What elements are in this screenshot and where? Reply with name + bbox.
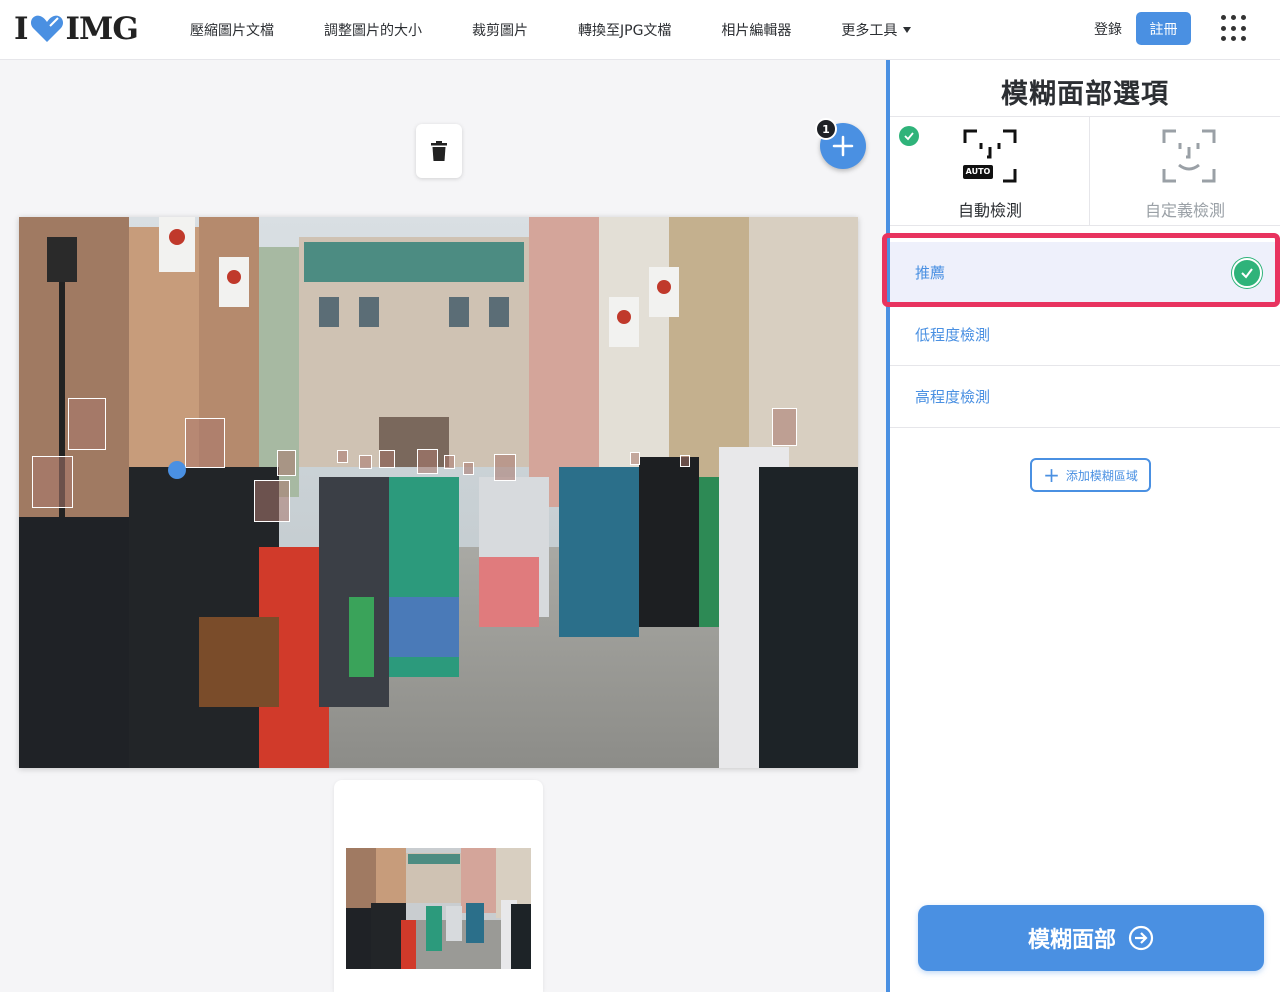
signup-button[interactable]: 註冊 <box>1136 12 1191 45</box>
apps-grid-icon[interactable] <box>1221 15 1249 43</box>
face-blur-box[interactable] <box>772 408 797 446</box>
mode-label: 自定義檢測 <box>1144 201 1225 220</box>
uploaded-photo[interactable] <box>19 217 858 768</box>
face-blur-box[interactable] <box>630 452 640 465</box>
face-blur-box[interactable] <box>32 456 73 508</box>
arrow-right-circle-icon <box>1128 925 1154 951</box>
caret-down-icon <box>903 27 912 33</box>
face-blur-box[interactable] <box>359 455 372 469</box>
face-blur-box[interactable] <box>277 450 296 476</box>
trash-icon <box>431 141 447 161</box>
blur-options-sidebar: 模糊面部選項 AUTO 自動檢測 自定義檢測 推薦 低程度檢測 高程度檢測 + … <box>890 60 1280 992</box>
add-blur-area-button[interactable]: + 添加模糊區域 <box>1030 458 1151 492</box>
nav-convert-to-jpg[interactable]: 轉換至JPG文檔 <box>578 20 671 40</box>
detection-mode-tabs: AUTO 自動檢測 自定義檢測 <box>890 116 1280 226</box>
plus-icon <box>832 135 854 157</box>
heart-icon <box>30 15 63 43</box>
mode-label: 自動檢測 <box>957 201 1022 220</box>
face-blur-box[interactable] <box>417 449 438 474</box>
face-blur-box[interactable] <box>494 454 516 481</box>
top-header: I IMG 壓縮圖片文檔 調整圖片的大小 裁剪圖片 轉換至JPG文檔 相片編輯器… <box>0 0 1280 60</box>
face-blur-box[interactable] <box>337 450 348 463</box>
nav-compress-image[interactable]: 壓縮圖片文檔 <box>190 20 274 40</box>
thumbnail-image <box>346 848 531 969</box>
nav-crop-image[interactable]: 裁剪圖片 <box>472 20 528 40</box>
ilovimg-logo[interactable]: I IMG <box>14 11 139 47</box>
logo-text-img: IMG <box>65 11 139 47</box>
workspace: 1 <box>0 60 886 992</box>
option-recommended[interactable]: 推薦 <box>890 242 1280 304</box>
option-low-detection[interactable]: 低程度檢測 <box>890 304 1280 366</box>
custom-face-detect-icon <box>1162 129 1216 183</box>
face-blur-box[interactable] <box>68 398 106 450</box>
face-blur-box[interactable] <box>254 480 290 522</box>
plus-icon: + <box>1043 463 1060 487</box>
nav-photo-editor[interactable]: 相片編輯器 <box>721 20 791 40</box>
face-blur-box[interactable] <box>444 455 455 469</box>
resize-handle[interactable] <box>168 461 186 479</box>
face-blur-box[interactable] <box>185 418 225 468</box>
mode-custom-detect[interactable]: 自定義檢測 <box>1090 116 1280 226</box>
logo-letter-i: I <box>14 11 28 47</box>
main-nav: 壓縮圖片文檔 調整圖片的大小 裁剪圖片 轉換至JPG文檔 相片編輯器 更多工具 <box>190 0 961 60</box>
nav-more-tools[interactable]: 更多工具 <box>841 20 912 40</box>
check-icon <box>1232 258 1262 288</box>
sidebar-title: 模糊面部選項 <box>1001 79 1169 110</box>
file-thumbnail <box>346 848 531 969</box>
auto-badge: AUTO <box>965 167 991 176</box>
file-count-badge: 1 <box>815 118 837 140</box>
file-thumbnail-card[interactable] <box>334 780 543 992</box>
face-blur-box[interactable] <box>680 455 690 467</box>
option-high-detection[interactable]: 高程度檢測 <box>890 366 1280 428</box>
street-scene-image <box>19 217 858 768</box>
delete-button[interactable] <box>416 124 462 178</box>
nav-resize-image[interactable]: 調整圖片的大小 <box>324 20 422 40</box>
check-icon <box>899 126 919 146</box>
face-blur-box[interactable] <box>379 450 395 468</box>
face-blur-box[interactable] <box>463 462 474 475</box>
mode-auto-detect[interactable]: AUTO 自動檢測 <box>890 116 1090 226</box>
blur-faces-button[interactable]: 模糊面部 <box>918 905 1264 971</box>
login-link[interactable]: 登錄 <box>1094 19 1122 39</box>
